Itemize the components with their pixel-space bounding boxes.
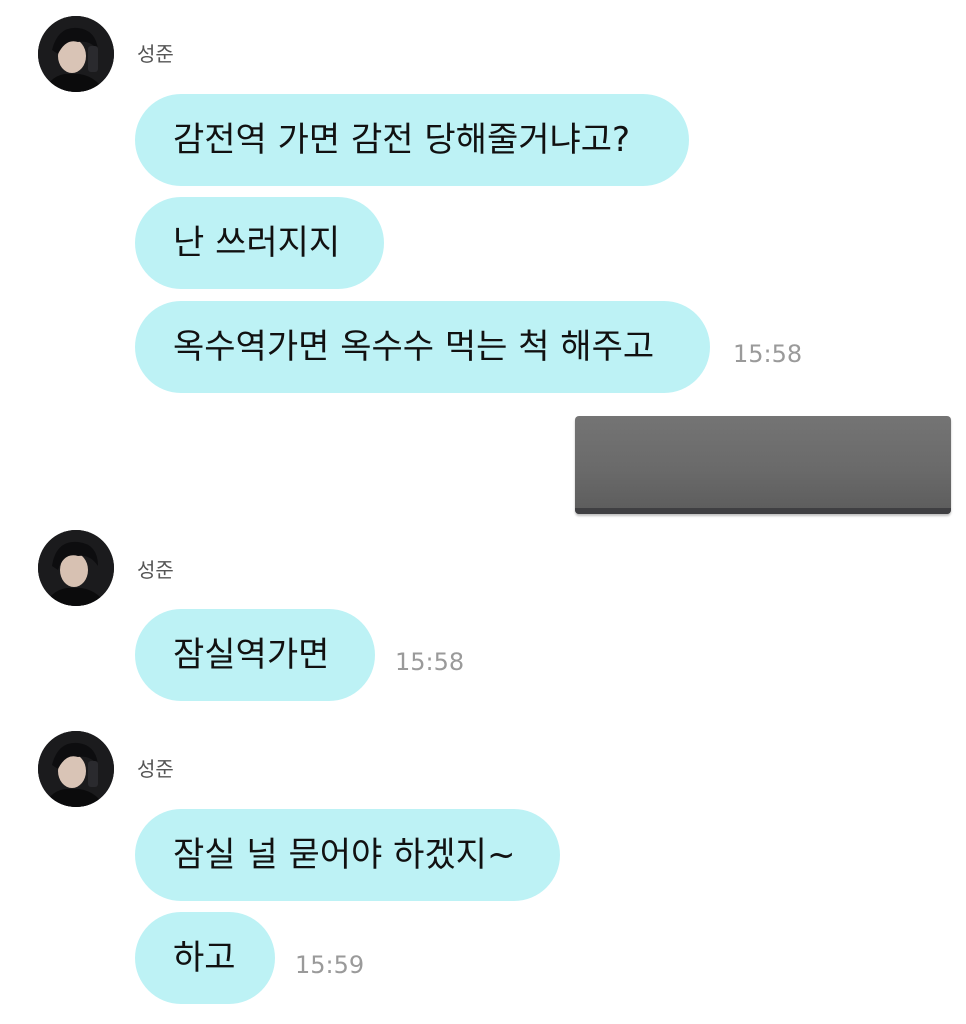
- profile-photo-icon: [38, 731, 114, 807]
- message-bubble[interactable]: 감전역 가면 감전 당해줄거냐고?: [135, 94, 689, 186]
- avatar[interactable]: [38, 16, 114, 92]
- sender-name: 성준: [137, 558, 174, 582]
- message-bubble[interactable]: 잠실 널 묻어야 하겠지~: [135, 809, 560, 901]
- message-bubble[interactable]: 하고: [135, 912, 275, 1004]
- avatar[interactable]: [38, 731, 114, 807]
- message-bubble[interactable]: 잠실역가면: [135, 609, 375, 701]
- message-bubble[interactable]: 옥수역가면 옥수수 먹는 척 해주고: [135, 301, 710, 393]
- message-time: 15:59: [295, 951, 365, 979]
- sender-name: 성준: [137, 757, 174, 781]
- message-time: 15:58: [395, 648, 465, 676]
- profile-photo-icon: [38, 530, 114, 606]
- message-bubble[interactable]: 난 쓰러지지: [135, 197, 384, 289]
- message-time: 15:58: [733, 340, 803, 368]
- sender-name: 성준: [137, 42, 174, 66]
- image-frame: [575, 508, 951, 514]
- avatar[interactable]: [38, 530, 114, 606]
- sent-image-message[interactable]: [575, 416, 951, 514]
- profile-photo-icon: [38, 16, 114, 92]
